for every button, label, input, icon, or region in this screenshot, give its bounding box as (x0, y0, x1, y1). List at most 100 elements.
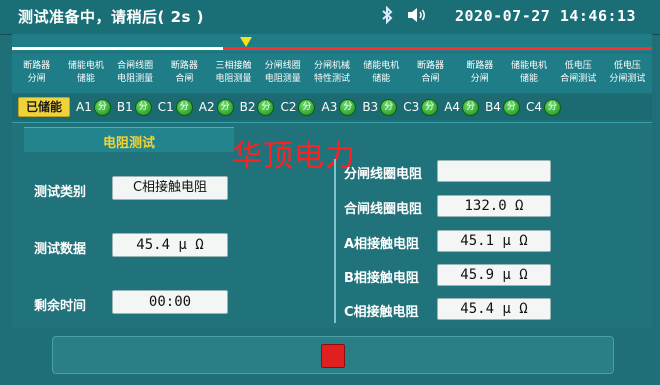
switch-label: C1 (157, 100, 174, 114)
switch-indicator: C1 分 (157, 98, 193, 116)
step-item: 低电压 分闸测试 (603, 53, 652, 93)
switch-indicator: B1 分 (116, 98, 152, 116)
datetime: 2020-07-27 14:46:13 (455, 7, 637, 25)
step-line1: 三相接触 (215, 61, 252, 71)
step-item: 断路器 分闸 (12, 53, 61, 93)
open-coil-resistance-label: 分闸线圈电阻 (344, 167, 423, 182)
switch-label: A3 (321, 100, 338, 114)
c-phase-contact-resistance-label: C相接触电阻 (344, 305, 419, 320)
switch-state-icon: 分 (421, 98, 439, 116)
step-line2: 储能 (519, 74, 538, 84)
switch-indicator: C3 分 (403, 98, 439, 116)
switch-indicator: B2 分 (239, 98, 275, 116)
step-item: 分闸机械 特性测试 (307, 53, 356, 93)
control-bar (52, 336, 614, 374)
step-line2: 合闸 (421, 74, 440, 84)
speaker-icon[interactable] (406, 7, 428, 27)
switch-label: C4 (525, 100, 542, 114)
step-line1: 分闸机械 (314, 61, 351, 71)
step-item: 断路器 分闸 (455, 53, 504, 93)
step-line1: 低电压 (564, 61, 592, 71)
step-item: 储能电机 储能 (357, 53, 406, 93)
step-line1: 低电压 (613, 61, 641, 71)
step-item: 断路器 合闸 (160, 53, 209, 93)
status-icons (380, 5, 428, 28)
close-coil-resistance-value: 132.0 Ω (437, 195, 551, 217)
switch-indicator: C4 分 (525, 98, 561, 116)
panel-divider (334, 159, 336, 323)
open-coil-resistance-value (437, 160, 551, 182)
switch-label: A4 (444, 100, 461, 114)
progress-strip (12, 34, 652, 52)
switch-indicator: A2 分 (198, 98, 234, 116)
switch-state-icon: 分 (380, 98, 398, 116)
progress-fill (12, 47, 224, 50)
step-line1: 断路器 (416, 61, 444, 71)
step-line1: 储能电机 (67, 61, 104, 71)
switch-label: A1 (76, 100, 92, 114)
switch-state-icon: 分 (134, 98, 152, 116)
step-item: 合闸线圈 电阻测量 (110, 53, 159, 93)
step-item: 低电压 合闸测试 (554, 53, 603, 93)
stored-badge: 已储能 (18, 97, 71, 117)
step-item: 三相接触 电阻测量 (209, 53, 258, 93)
step-line1: 断路器 (170, 61, 198, 71)
current-step-marker-icon (240, 37, 252, 47)
step-item: 断路器 合闸 (406, 53, 455, 93)
switch-label: C2 (280, 100, 297, 114)
switch-state-icon: 分 (93, 98, 111, 116)
switch-label: B1 (116, 100, 133, 114)
switch-indicator: A1 分 (76, 98, 111, 116)
switch-indicator: B3 分 (362, 98, 398, 116)
bluetooth-icon (380, 5, 394, 28)
step-line2: 分闸 (470, 74, 489, 84)
switch-state-icon: 分 (543, 98, 561, 116)
switch-state-icon: 分 (298, 98, 316, 116)
step-line2: 电阻测量 (264, 74, 301, 84)
step-line2: 储能 (76, 74, 95, 84)
step-line1: 合闸线圈 (117, 61, 154, 71)
a-phase-contact-resistance-label: A相接触电阻 (344, 237, 420, 252)
step-line2: 分闸 (27, 74, 46, 84)
step-line2: 储能 (372, 74, 391, 84)
switch-state-icon: 分 (257, 98, 275, 116)
switch-indicator: B4 分 (485, 98, 520, 116)
test-category-value: C相接触电阻 (112, 176, 228, 200)
step-line1: 储能电机 (363, 61, 400, 71)
status-title: 测试准备中，请稍后( 2s ) (18, 8, 205, 26)
watermark: 华顶电力 (232, 139, 356, 174)
switch-label: B2 (239, 100, 256, 114)
step-line1: 分闸线圈 (264, 61, 301, 71)
test-category-label: 测试类别 (34, 185, 87, 200)
b-phase-contact-resistance-value: 45.9 μ Ω (437, 264, 551, 286)
step-item: 储能电机 储能 (61, 53, 110, 93)
switch-label: B4 (485, 100, 501, 114)
step-line2: 电阻测量 (117, 74, 154, 84)
tab-label: 电阻测试 (102, 136, 155, 151)
test-data-label: 测试数据 (34, 242, 87, 257)
step-item: 储能电机 储能 (504, 53, 553, 93)
top-bar: 测试准备中，请稍后( 2s ) 2020-07-27 14:46:13 (0, 0, 660, 35)
switch-state-icon: 分 (462, 98, 480, 116)
step-item: 分闸线圈 电阻测量 (258, 53, 307, 93)
switch-indicator: A4 分 (444, 98, 480, 116)
screen: 测试准备中，请稍后( 2s ) 2020-07-27 14:46:13 断路器分… (0, 0, 660, 385)
step-line2: 电阻测量 (215, 74, 252, 84)
test-data-value: 45.4 μ Ω (112, 233, 228, 257)
step-line2: 分闸测试 (609, 74, 646, 84)
switch-label: A2 (198, 100, 215, 114)
tab-resistance-test[interactable]: 电阻测试 (24, 127, 234, 152)
step-line2: 特性测试 (314, 74, 351, 84)
switch-state-icon: 分 (175, 98, 193, 116)
step-line2: 合闸 (175, 74, 194, 84)
a-phase-contact-resistance-value: 45.1 μ Ω (437, 230, 551, 252)
switch-indicator: A3 分 (321, 98, 357, 116)
resistance-test-panel: 电阻测试 华顶电力 测试类别 C相接触电阻 测试数据 45.4 μ Ω 剩余时间… (12, 122, 652, 328)
switch-status-row: 已储能 A1 分 B1 分 C1 分 A2 分 B2 分 C2 分 A3 分 B3 分 C3 分 A4 分 B4 分 C4 分 (12, 94, 652, 120)
remaining-time-value: 00:00 (112, 290, 228, 314)
remaining-time-label: 剩余时间 (34, 299, 87, 314)
switch-state-icon: 分 (339, 98, 357, 116)
switch-state-icon: 分 (216, 98, 234, 116)
stop-button[interactable] (321, 344, 345, 368)
c-phase-contact-resistance-value: 45.4 μ Ω (437, 298, 551, 320)
